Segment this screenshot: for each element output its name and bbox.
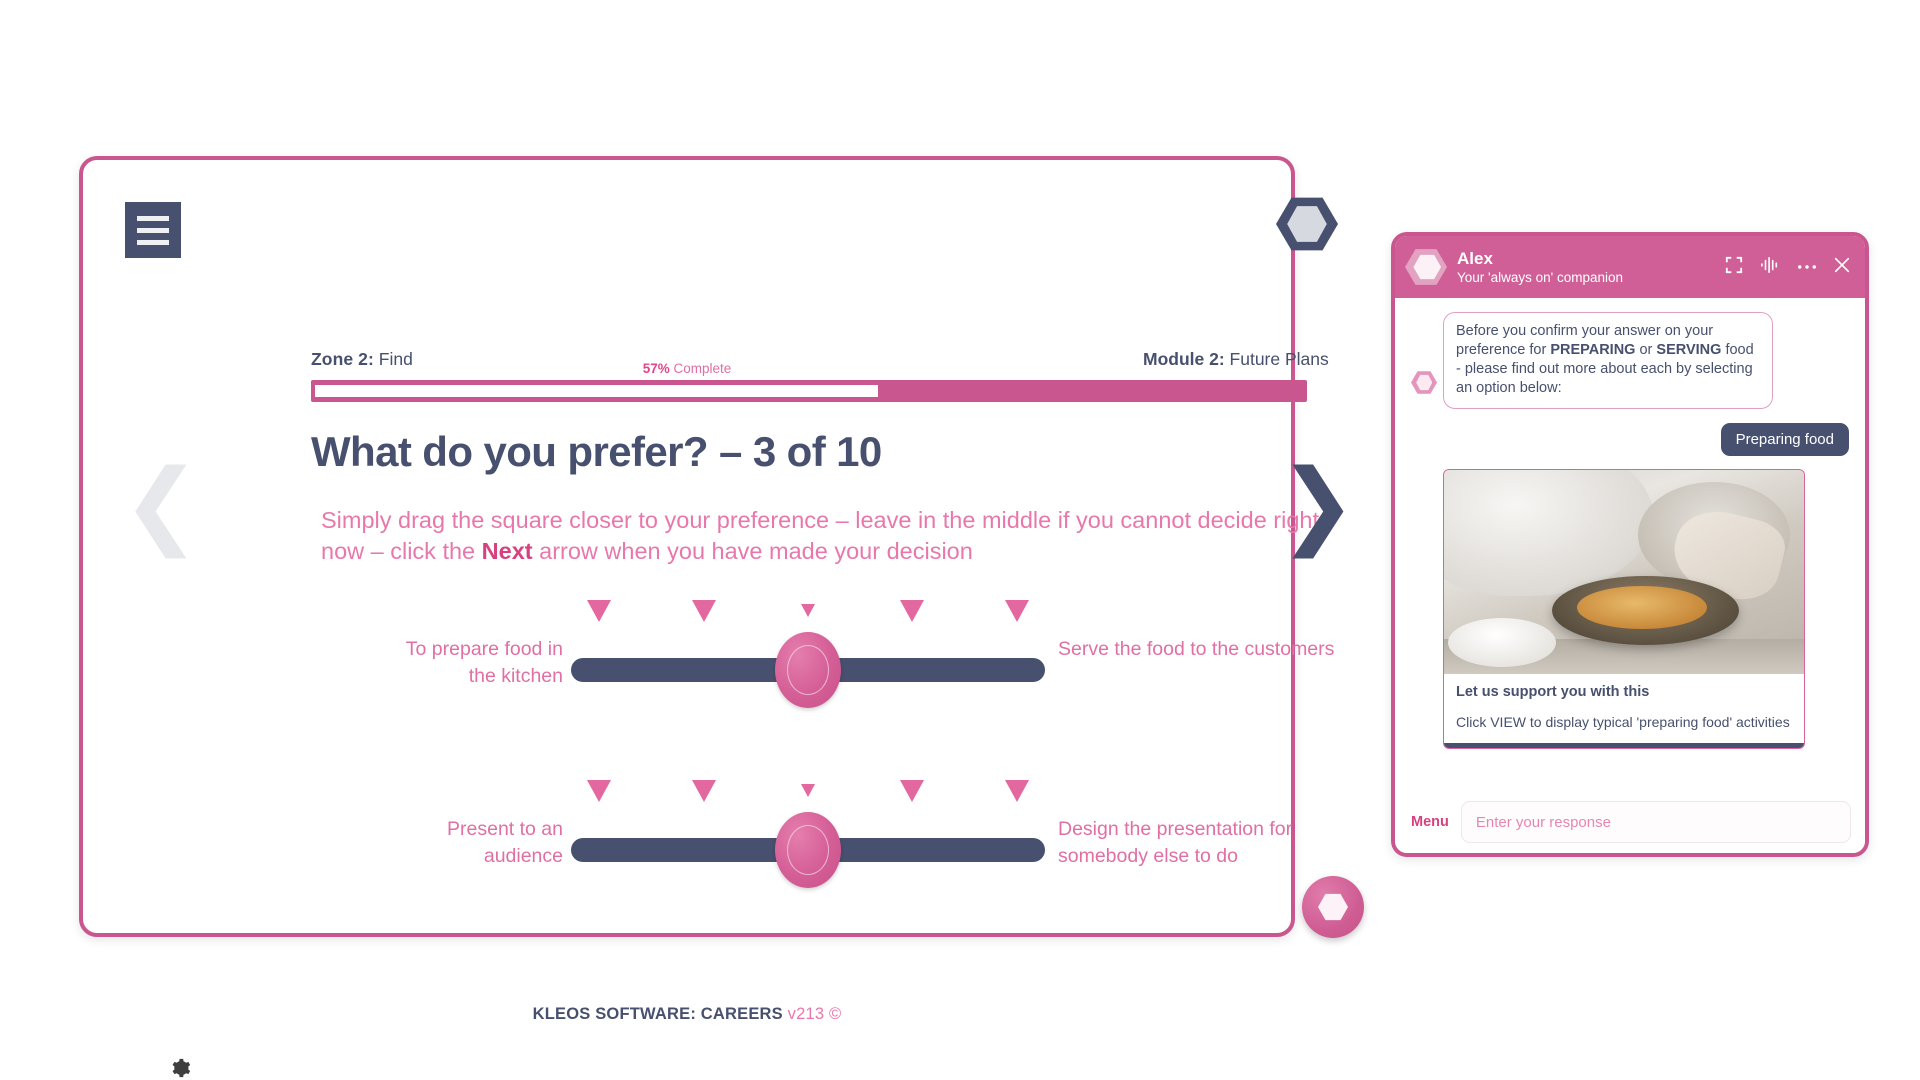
bot-message-bold-preparing: PREPARING [1550, 342, 1636, 359]
progress-bar-fill [315, 385, 879, 397]
media-card-body: Let us support you with this Click VIEW … [1444, 674, 1804, 743]
media-card-title: Let us support you with this [1456, 683, 1650, 700]
slider-2-left-label: Present to an audience [447, 818, 563, 867]
instructions-next-word: Next [481, 538, 533, 565]
footer-version-text: v213 © [787, 1005, 842, 1023]
slider-tick[interactable] [587, 780, 612, 802]
progress-percent-value: 57% [642, 361, 670, 376]
course-card: Zone 2: Find Module 2: Future Plans 57% … [79, 156, 1364, 1078]
chat-header-actions [1725, 256, 1851, 279]
zone-prefix: Zone 2: [311, 349, 374, 369]
assistant-chat-panel: Alex Your 'always on' companion Before y… [1391, 232, 1869, 857]
chat-messages: Before you confirm your answer on your p… [1395, 298, 1865, 791]
footer-brand-text: KLEOS SOFTWARE: CAREERS [532, 1005, 783, 1023]
slider-tick[interactable] [1004, 600, 1029, 622]
hamburger-bar [137, 215, 169, 221]
user-message-bubble: Preparing food [1720, 422, 1849, 456]
slider-tick-center[interactable] [801, 784, 815, 797]
chat-identity: Alex Your 'always on' companion [1457, 248, 1725, 287]
menu-icon[interactable] [125, 202, 181, 258]
bot-message-bubble: Before you confirm your answer on your p… [1443, 312, 1773, 409]
slider-tick[interactable] [691, 600, 716, 622]
module-prefix: Module 2: [1143, 349, 1225, 369]
progress-percent-label: 57% Complete [83, 361, 1291, 376]
photo-shape [1447, 618, 1556, 668]
media-card-footer-bar [1444, 742, 1804, 748]
hamburger-bar [137, 227, 169, 233]
progress-bar [311, 380, 1307, 402]
page-title: What do you prefer? – 3 of 10 [311, 428, 882, 475]
close-icon[interactable] [1833, 256, 1851, 279]
slider-1-left-label: To prepare food in the kitchen [405, 638, 563, 687]
progress-complete-text: Complete [669, 361, 732, 376]
hexagon-help-button[interactable] [1276, 196, 1338, 252]
zone-label: Zone 2: Find [311, 349, 413, 370]
slider-2-ticks [571, 780, 1045, 808]
bot-message-bold-serving: SERVING [1656, 342, 1722, 359]
next-arrow-button[interactable]: ❯ [1278, 458, 1357, 552]
cooking-photo [1444, 469, 1804, 674]
ellipsis-icon[interactable] [1797, 258, 1817, 276]
assistant-avatar-hexagon-icon [1405, 249, 1447, 285]
support-media-card[interactable]: Let us support you with this Click VIEW … [1443, 468, 1805, 749]
prev-arrow-button[interactable]: ❮ [122, 458, 201, 552]
footer-branding: KLEOS SOFTWARE: CAREERS v213 © [83, 1005, 1291, 1024]
slider-2-track[interactable] [571, 812, 1045, 888]
slider-1-thumb[interactable] [775, 632, 841, 708]
media-card-text: Click VIEW to display typical 'preparing… [1456, 713, 1790, 730]
slider-tick[interactable] [900, 600, 925, 622]
slider-2-right-label: Design the presentation for somebody els… [1058, 818, 1293, 867]
slider-1-track[interactable] [571, 632, 1045, 708]
chat-menu-button[interactable]: Menu [1411, 814, 1449, 830]
hexagon-icon [1276, 197, 1338, 251]
chat-header: Alex Your 'always on' companion [1395, 236, 1865, 298]
slider-tick[interactable] [587, 600, 612, 622]
settings-gear-icon[interactable] [169, 1057, 191, 1079]
assistant-tagline: Your 'always on' companion [1457, 269, 1624, 285]
slider-tick-center[interactable] [801, 604, 815, 617]
instructions-text: Simply drag the square closer to your pr… [321, 505, 1331, 567]
photo-shape [1577, 585, 1707, 629]
zone-name: Find [373, 349, 413, 369]
chat-response-input[interactable] [1460, 801, 1851, 843]
slider-1-right-label: Serve the food to the customers [1058, 638, 1335, 660]
user-message-row: Preparing food [1411, 422, 1849, 456]
module-name: Future Plans [1224, 349, 1329, 369]
hamburger-bar [137, 239, 169, 245]
slider-2-thumb[interactable] [775, 812, 841, 888]
waveform-icon[interactable] [1759, 256, 1781, 279]
chat-footer: Menu [1395, 791, 1865, 853]
slider-tick[interactable] [1004, 780, 1029, 802]
instructions-part2: arrow when you have made your decision [532, 538, 973, 565]
slider-tick[interactable] [900, 780, 925, 802]
slider-1-ticks [571, 600, 1045, 628]
module-label: Module 2: Future Plans [1143, 349, 1329, 370]
expand-icon[interactable] [1725, 256, 1743, 279]
assistant-fab-button[interactable] [1302, 876, 1364, 938]
assistant-name: Alex [1457, 248, 1493, 268]
bot-hexagon-icon [1411, 371, 1437, 394]
bot-message-part2: or [1635, 342, 1657, 359]
slider-tick[interactable] [691, 780, 716, 802]
preference-slider-2: Present to an audience Design the presen… [83, 780, 1292, 910]
app-root: Zone 2: Find Module 2: Future Plans 57% … [0, 0, 1920, 1080]
bot-message-row: Before you confirm your answer on your p… [1411, 312, 1849, 409]
preference-slider-1: To prepare food in the kitchen Serve the… [83, 600, 1334, 730]
